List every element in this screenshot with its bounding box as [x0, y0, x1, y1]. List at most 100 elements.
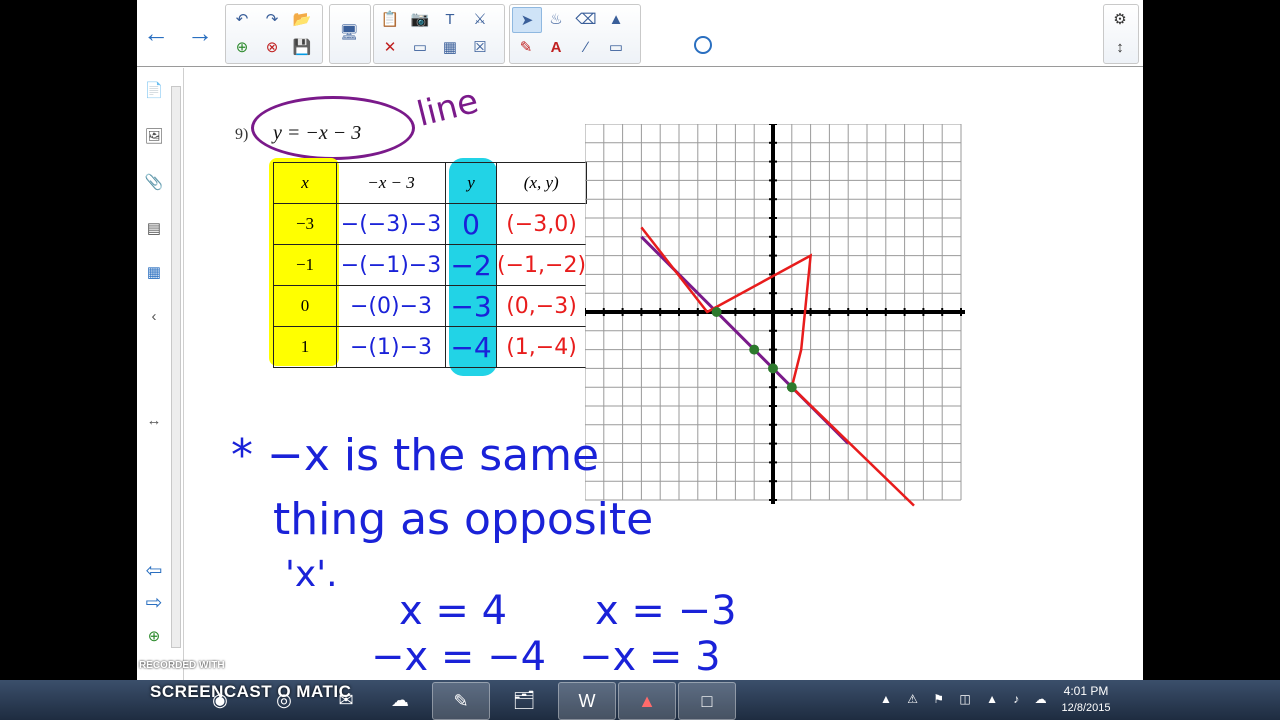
- note-line-1: * −x is the same: [231, 430, 600, 481]
- x-value: 0: [273, 285, 337, 327]
- shapes-icon[interactable]: ▲: [602, 7, 630, 31]
- work-cell: −(0)−3: [336, 285, 446, 327]
- point-cell: (0,−3): [496, 285, 587, 327]
- plotted-point: [786, 382, 797, 393]
- red-sketch-line: [640, 226, 915, 507]
- fill-icon[interactable]: ♨: [542, 7, 570, 31]
- note-line-2: thing as opposite: [273, 494, 654, 545]
- header-expression: −x − 3: [336, 162, 446, 204]
- redo-icon[interactable]: ↷: [258, 7, 286, 31]
- next-page-icon[interactable]: ⇨: [141, 590, 167, 614]
- clock-time[interactable]: 4:01 PM: [1056, 684, 1116, 698]
- taskbar-start-icon[interactable]: ◉: [192, 682, 248, 718]
- sidebar-scrollbar[interactable]: [171, 86, 181, 648]
- gallery-icon[interactable]: 🖼: [141, 124, 167, 148]
- watermark-top: RECORDED WITH: [139, 660, 225, 671]
- select-arrow-icon[interactable]: ➤: [512, 7, 542, 33]
- taskbar-mail-icon[interactable]: ✉: [318, 682, 374, 718]
- taskbar-capture-icon[interactable]: □: [678, 682, 736, 720]
- point-cell: (−1,−2): [496, 244, 587, 286]
- open-folder-icon[interactable]: 📂: [288, 7, 316, 31]
- point-cell: (1,−4): [496, 326, 587, 368]
- example-2-b: −x = 3: [579, 634, 721, 680]
- capture-icon[interactable]: 📷: [406, 7, 434, 31]
- side-tabs: 📄 🖼 📎 ▤ ▦ ‹ ↔ ⇦ ⇨ ⊕: [137, 68, 184, 720]
- delete-page-icon[interactable]: ⊗: [258, 35, 286, 59]
- plotted-point: [749, 344, 760, 355]
- screen-display-icon[interactable]: 🖥: [335, 20, 363, 44]
- delete-icon[interactable]: ✕: [376, 35, 404, 59]
- taskbar-word-icon[interactable]: W: [558, 682, 616, 720]
- plotted-point: [768, 363, 778, 374]
- clock-date[interactable]: 12/8/2015: [1056, 702, 1116, 714]
- plotted-point: [711, 307, 722, 317]
- pen-color-circle-icon[interactable]: [694, 36, 712, 54]
- main-toolbar: ← → ↶ ↷ 📂 ⊕ ⊗ 💾 🖥 📋 📷 T ⚔ ✕ ▭ ▦ ☒ ➤ ♨ ⌫: [137, 0, 1143, 67]
- clipboard-group: 📋 📷 T ⚔ ✕ ▭ ▦ ☒: [373, 4, 505, 64]
- x-value: 1: [273, 326, 337, 368]
- close-box-icon[interactable]: ☒: [466, 35, 494, 59]
- back-arrow-icon[interactable]: ←: [139, 18, 173, 48]
- table-header-row: x −x − 3 y (x, y): [273, 162, 587, 204]
- edit-group: ↶ ↷ 📂 ⊕ ⊗ 💾: [225, 4, 323, 64]
- example-1-b: −x = −4: [371, 634, 547, 680]
- eraser-icon[interactable]: ⌫: [572, 7, 600, 31]
- header-y: y: [445, 162, 497, 204]
- screen-shade-icon[interactable]: ▭: [406, 35, 434, 59]
- taskbar-files-icon[interactable]: 🗂: [496, 682, 552, 718]
- line-annotation: line: [413, 81, 483, 135]
- whiteboard-canvas[interactable]: 9) y = −x − 3 line x −x − 3 y (x, y) −3 …: [185, 68, 1143, 680]
- table-row: −1 −(−1)−3 −2 (−1,−2): [273, 244, 587, 286]
- taskbar-notebook-icon[interactable]: ✎: [432, 682, 490, 720]
- header-point: (x, y): [496, 162, 587, 204]
- taskbar-browser-icon[interactable]: ◎: [256, 682, 312, 718]
- problem-number: 9): [235, 126, 249, 143]
- addons-icon[interactable]: ▦: [141, 260, 167, 284]
- toolbar-move-icon[interactable]: ↕: [1106, 35, 1134, 59]
- magic-pen-icon[interactable]: ⚔: [466, 7, 494, 31]
- y-value: −2: [445, 244, 497, 286]
- work-cell: −(−3)−3: [336, 203, 446, 245]
- x-value: −1: [273, 244, 337, 286]
- whiteboard-window: ← → ↶ ↷ 📂 ⊕ ⊗ 💾 🖥 📋 📷 T ⚔ ✕ ▭ ▦ ☒ ➤ ♨ ⌫: [137, 0, 1143, 720]
- table-row: −3 −(−3)−3 0 (−3,0): [273, 203, 587, 245]
- taskbar-cloud-icon[interactable]: ☁: [372, 682, 428, 718]
- page-sorter-icon[interactable]: 📄: [141, 78, 167, 102]
- forward-arrow-icon[interactable]: →: [183, 18, 217, 48]
- header-x: x: [273, 162, 337, 204]
- settings-group: ⚙ ↕: [1103, 4, 1139, 64]
- y-value: −3: [445, 285, 497, 327]
- add-page-icon[interactable]: ⊕: [228, 35, 256, 59]
- rubber-icon[interactable]: ▭: [602, 35, 630, 59]
- add-page-side-icon[interactable]: ⊕: [141, 624, 167, 648]
- equation-circle-mark: [251, 96, 415, 160]
- example-2-a: x = −3: [595, 588, 737, 634]
- resize-icon[interactable]: ↔: [141, 408, 167, 432]
- coordinate-grid: [585, 124, 965, 507]
- undo-icon[interactable]: ↶: [228, 7, 256, 31]
- y-value: 0: [445, 203, 497, 245]
- paste-icon[interactable]: 📋: [376, 7, 404, 31]
- line-tool-icon[interactable]: ∕: [572, 35, 600, 59]
- taskbar-pdf-icon[interactable]: ▲: [618, 682, 676, 720]
- screen-share-group: 🖥: [329, 4, 371, 64]
- prev-page-icon[interactable]: ⇦: [141, 558, 167, 582]
- work-cell: −(−1)−3: [336, 244, 446, 286]
- table-row: 1 −(1)−3 −4 (1,−4): [273, 326, 587, 368]
- system-tray-icons[interactable]: ▲ ⚠ ⚑ ◫ ▲ ♪ ☁: [880, 692, 1053, 706]
- attachments-icon[interactable]: 📎: [141, 170, 167, 194]
- y-value: −4: [445, 326, 497, 368]
- work-cell: −(1)−3: [336, 326, 446, 368]
- example-1-a: x = 4: [399, 588, 508, 634]
- save-icon[interactable]: 💾: [288, 35, 316, 59]
- pens-icon[interactable]: ✎: [512, 35, 540, 59]
- gear-icon[interactable]: ⚙: [1106, 7, 1134, 31]
- text-color-icon[interactable]: A: [542, 35, 570, 59]
- windows-taskbar: SCREENCAST O MATIC ◉ ◎ ✉ ☁ ✎ 🗂 W ▲ □ ▲ ⚠…: [0, 680, 1280, 720]
- text-tool-icon[interactable]: T: [436, 7, 464, 31]
- point-cell: (−3,0): [496, 203, 587, 245]
- properties-icon[interactable]: ▤: [141, 216, 167, 240]
- table-icon[interactable]: ▦: [436, 35, 464, 59]
- value-table: x −x − 3 y (x, y) −3 −(−3)−3 0 (−3,0) −1…: [273, 162, 587, 368]
- collapse-icon[interactable]: ‹: [141, 304, 167, 328]
